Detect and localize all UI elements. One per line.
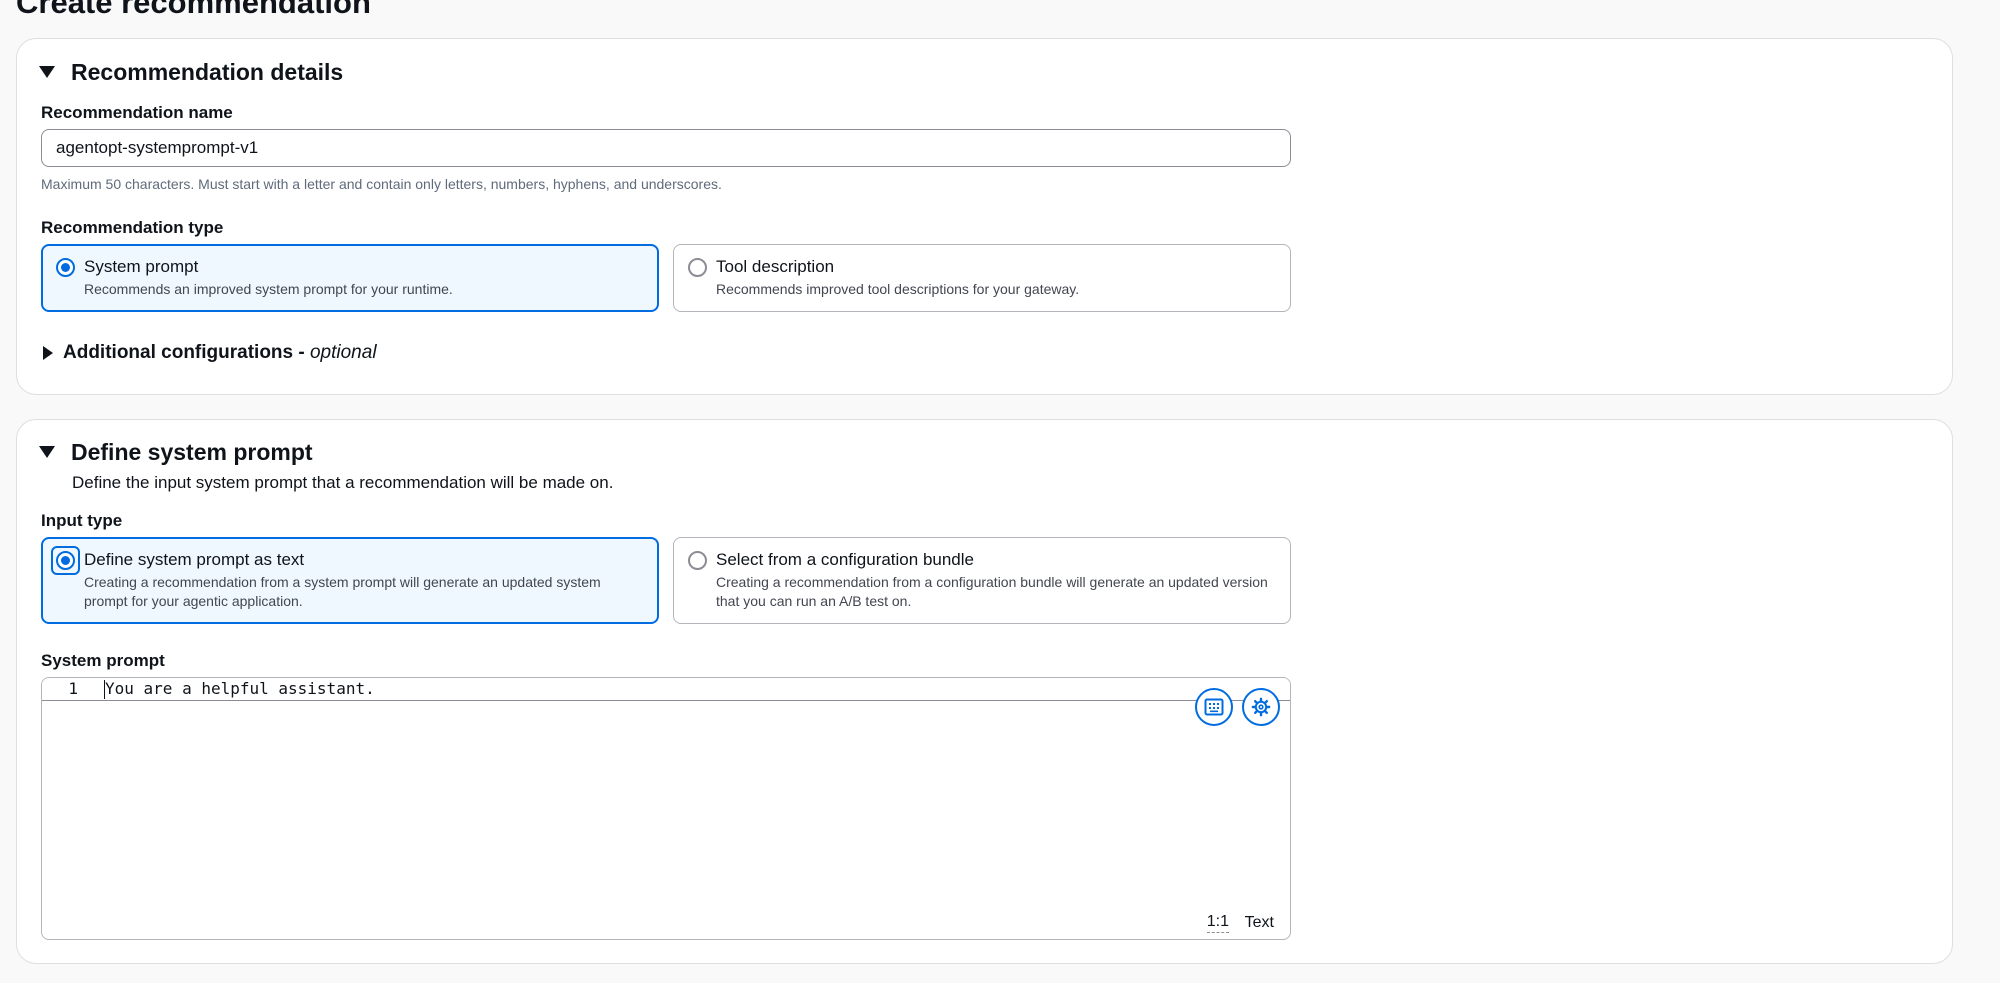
define-system-prompt-header[interactable]: Define system prompt [39,437,313,467]
configuration-bundle-option-desc: Creating a recommendation from a configu… [716,574,1268,609]
recommendation-details-panel: Recommendation details Recommendation na… [16,38,1953,395]
tool-description-radio[interactable] [688,258,707,277]
system-prompt-option-desc: Recommends an improved system prompt for… [84,281,453,297]
text-input-radio[interactable] [56,551,75,570]
keyboard-icon [1204,698,1224,716]
type-option-system-prompt[interactable]: System prompt Recommends an improved sys… [41,244,659,312]
tool-description-option-desc: Recommends improved tool descriptions fo… [716,281,1080,297]
editor-code[interactable]: You are a helpful assistant. [105,678,375,700]
editor-language-indicator: Text [1244,914,1274,931]
editor-active-line: 1 You are a helpful assistant. [42,678,1290,701]
tool-description-option-title: Tool description [716,257,835,276]
recommendation-details-header[interactable]: Recommendation details [39,57,343,87]
caret-right-icon [43,346,53,360]
gear-icon [1251,697,1271,717]
system-prompt-editor[interactable]: 1 You are a helpful assistant. 1:1 Text [41,677,1291,940]
recommendation-name-input[interactable] [41,129,1291,167]
additional-configurations-toggle[interactable]: Additional configurations - optional [43,341,377,365]
keyboard-shortcuts-button[interactable] [1195,688,1233,726]
input-option-configuration-bundle[interactable]: Select from a configuration bundle Creat… [673,537,1291,624]
recommendation-name-label: Recommendation name [41,103,233,122]
define-system-prompt-title: Define system prompt [71,439,313,465]
text-option-desc: Creating a recommendation from a system … [84,574,601,609]
cursor-position-indicator[interactable]: 1:1 [1206,912,1229,933]
configuration-bundle-option-title: Select from a configuration bundle [716,550,974,569]
recommendation-details-title: Recommendation details [71,59,344,85]
caret-down-icon [39,446,55,458]
additional-configurations-label: Additional configurations - optional [63,342,377,363]
input-type-label: Input type [41,511,123,530]
recommendation-type-label: Recommendation type [41,218,224,237]
recommendation-name-hint: Maximum 50 characters. Must start with a… [41,176,722,192]
page-title: Create recommendation [16,0,371,20]
type-option-tool-description[interactable]: Tool description Recommends improved too… [673,244,1291,312]
system-prompt-label: System prompt [41,651,165,670]
define-system-prompt-panel: Define system prompt Define the input sy… [16,419,1953,964]
caret-down-icon [39,66,55,78]
define-system-prompt-description: Define the input system prompt that a re… [72,473,614,492]
system-prompt-radio[interactable] [56,258,75,277]
editor-settings-button[interactable] [1242,688,1280,726]
system-prompt-option-title: System prompt [84,257,199,276]
input-option-text[interactable]: Define system prompt as text Creating a … [41,537,659,624]
text-option-title: Define system prompt as text [84,550,305,569]
line-number: 1 [68,679,78,698]
configuration-bundle-radio[interactable] [688,551,707,570]
